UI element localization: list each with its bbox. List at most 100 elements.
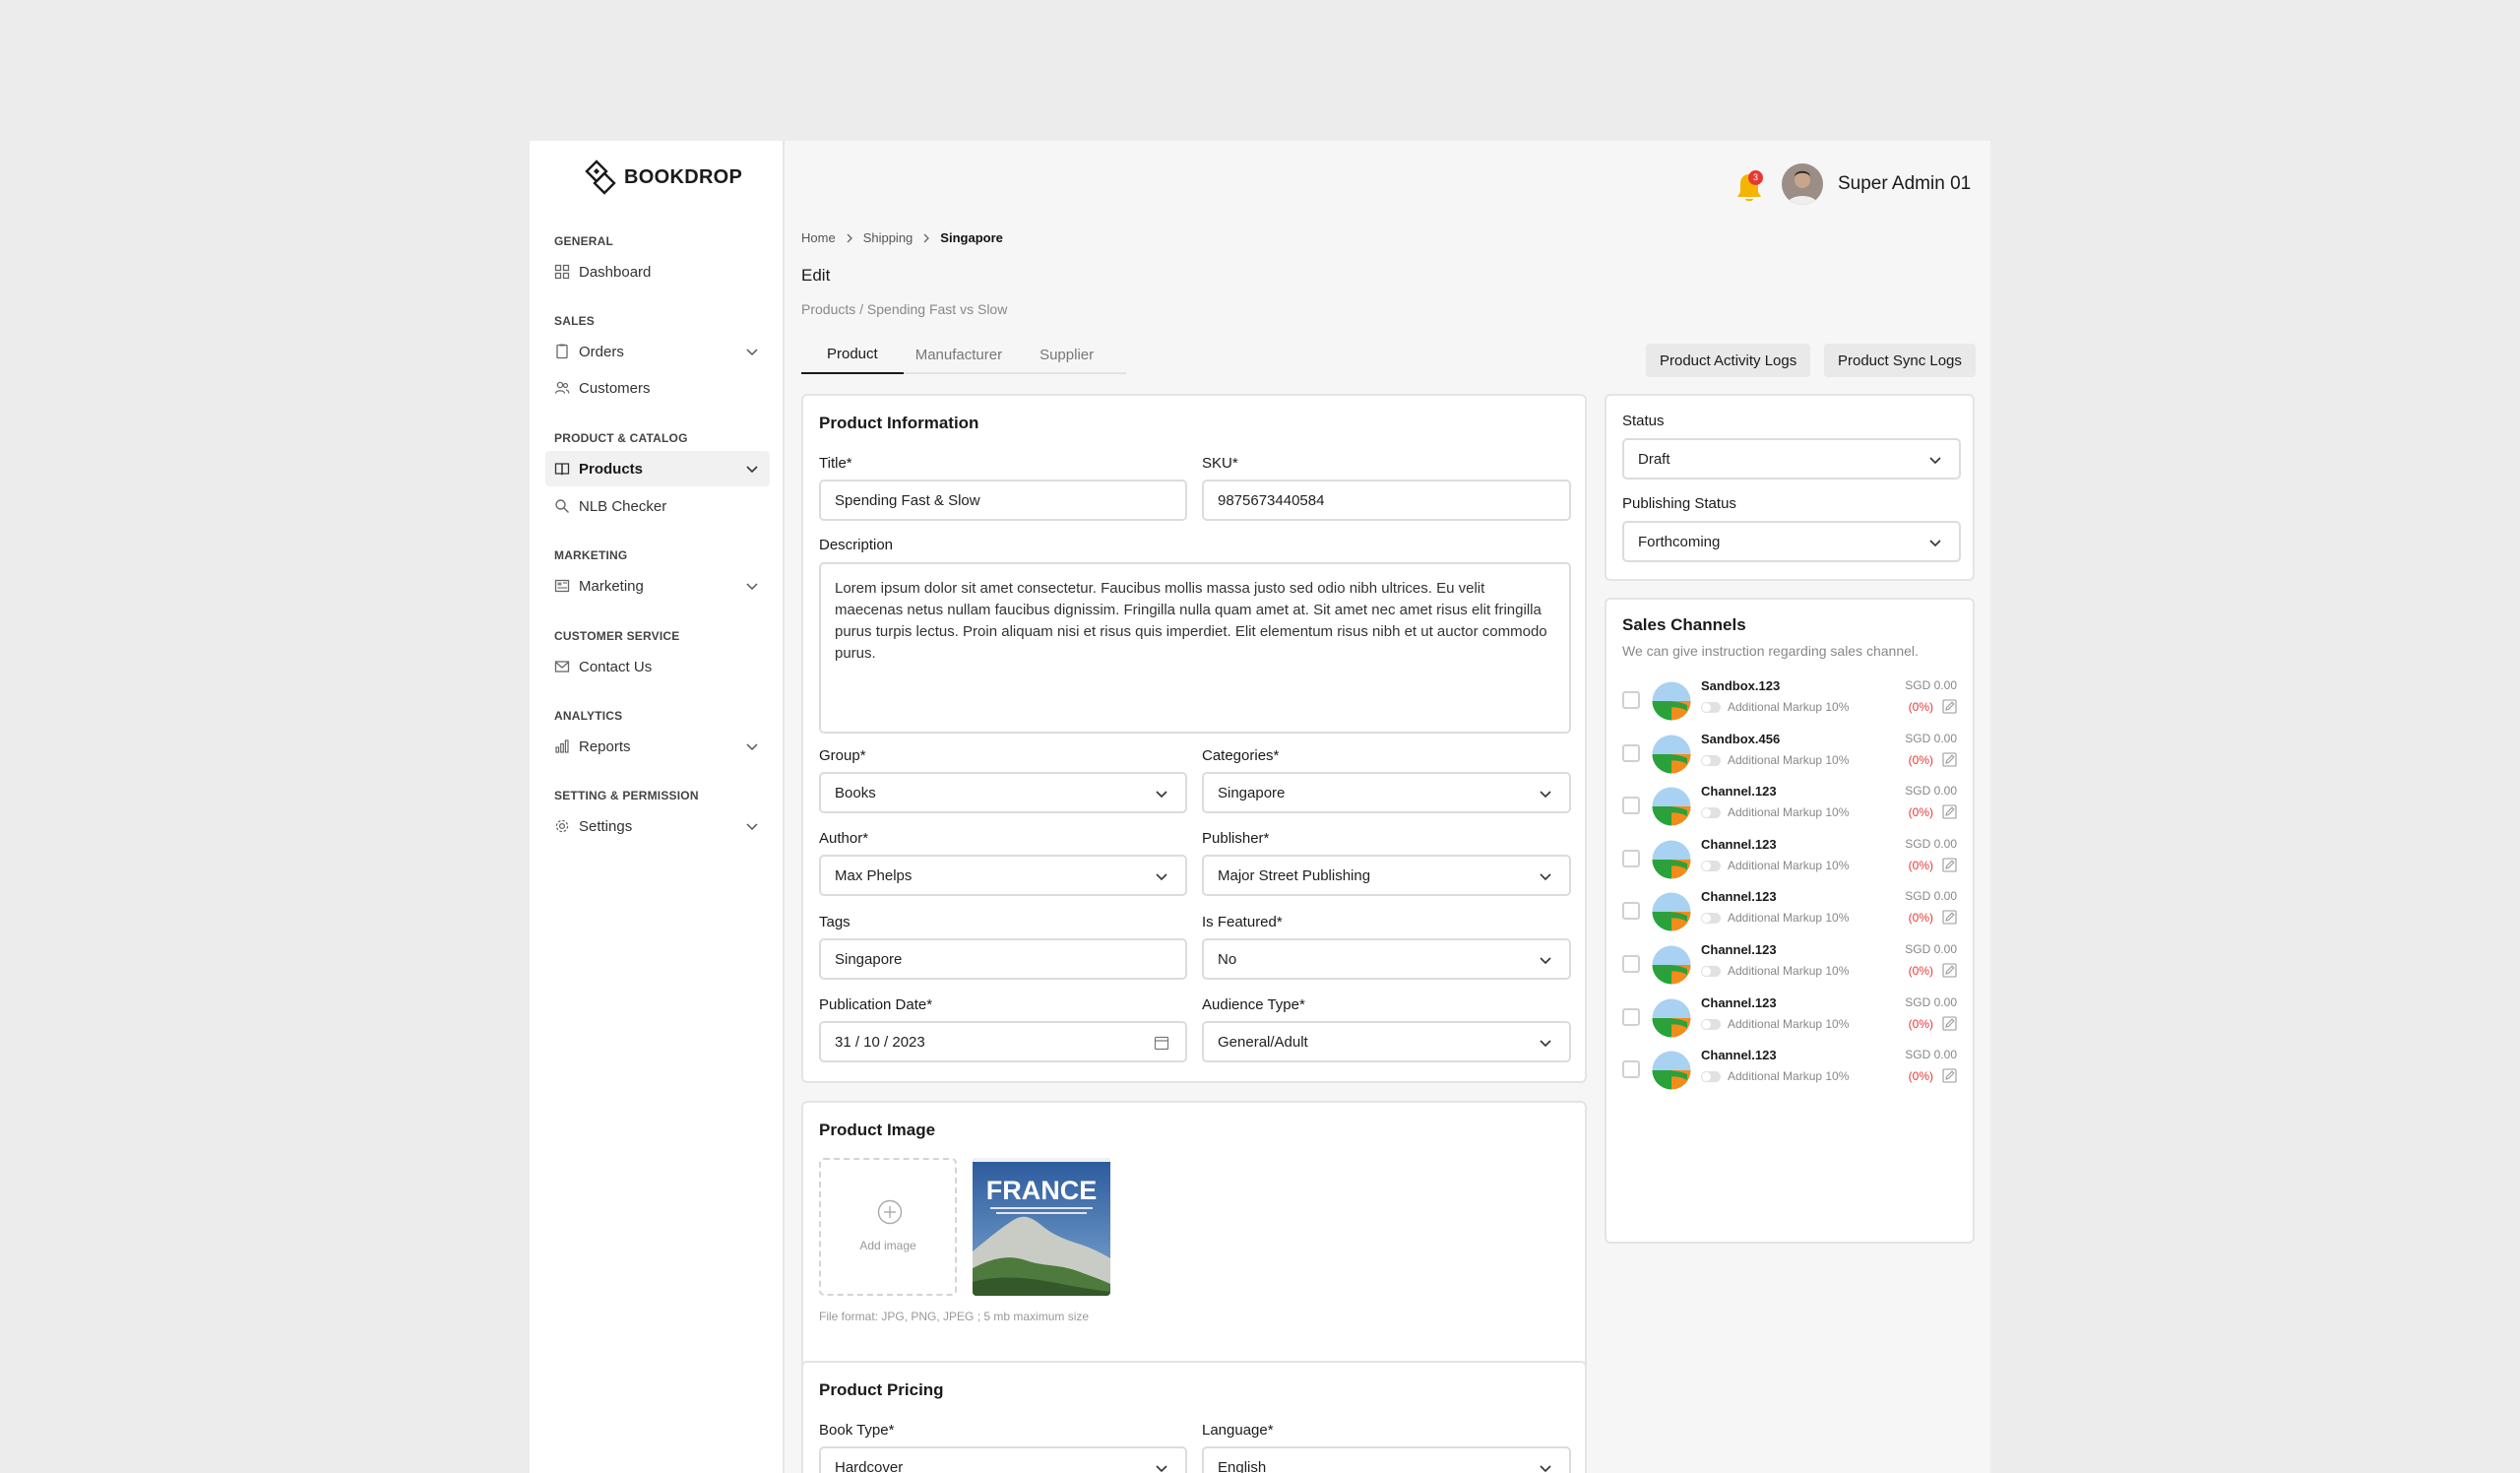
- featured-select[interactable]: No: [1202, 938, 1571, 980]
- product-sync-logs-button[interactable]: Product Sync Logs: [1824, 344, 1976, 377]
- edit-icon[interactable]: [1942, 963, 1957, 978]
- sales-channel-checkbox[interactable]: [1622, 1007, 1640, 1026]
- sales-channel-name: Channel.123: [1701, 994, 1777, 1010]
- markup-toggle[interactable]: [1701, 754, 1721, 766]
- chevron-down-icon[interactable]: [744, 818, 760, 834]
- sales-channel-checkbox[interactable]: [1622, 797, 1640, 815]
- edit-icon[interactable]: [1942, 1068, 1957, 1083]
- publisher-select[interactable]: Major Street Publishing: [1202, 855, 1571, 896]
- avatar[interactable]: [1782, 163, 1823, 205]
- product-activity-logs-button[interactable]: Product Activity Logs: [1646, 344, 1811, 377]
- notification-badge: 3: [1748, 170, 1763, 185]
- markup-toggle[interactable]: [1701, 1018, 1721, 1030]
- tab-manufacturer[interactable]: Manufacturer: [904, 335, 1014, 374]
- edit-icon[interactable]: [1942, 804, 1957, 819]
- sidebar-item-reports[interactable]: Reports: [545, 729, 770, 764]
- audience-select[interactable]: General/Adult: [1202, 1021, 1571, 1062]
- channel-logo-icon: [1652, 998, 1691, 1038]
- nav-section-analytics: ANALYTICS: [554, 709, 623, 723]
- sidebar-item-nlb-checker[interactable]: NLB Checker: [545, 488, 770, 524]
- sales-channel-price: SGD 0.00: [1905, 836, 1957, 851]
- chevron-down-icon[interactable]: [744, 578, 760, 594]
- sidebar-item-settings[interactable]: Settings: [545, 808, 770, 844]
- sales-channel-checkbox[interactable]: [1622, 1060, 1640, 1079]
- user-name[interactable]: Super Admin 01: [1838, 173, 1971, 195]
- sidebar-item-customers[interactable]: Customers: [545, 370, 770, 406]
- sidebar-item-label: Contact Us: [579, 658, 653, 675]
- user-avatar-icon: [1782, 163, 1823, 205]
- product-cover-image[interactable]: FRANCE: [973, 1158, 1110, 1296]
- status-select[interactable]: Draft: [1622, 438, 1961, 480]
- markup-toggle[interactable]: [1701, 966, 1721, 977]
- publishing-status-select[interactable]: Forthcoming: [1622, 521, 1961, 562]
- pubdate-input[interactable]: 31 / 10 / 2023: [819, 1021, 1187, 1062]
- edit-icon[interactable]: [1942, 910, 1957, 925]
- sales-channel-markup: Additional Markup 10%: [1728, 805, 1850, 820]
- sales-channel-checkbox[interactable]: [1622, 849, 1640, 867]
- file-format-hint: File format: JPG, PNG, JPEG ; 5 mb maxim…: [819, 1310, 1090, 1323]
- edit-icon[interactable]: [1942, 699, 1957, 714]
- title-input[interactable]: Spending Fast & Slow: [819, 480, 1187, 521]
- sidebar-item-label: Customers: [579, 379, 651, 397]
- language-select[interactable]: English: [1202, 1446, 1571, 1473]
- breadcrumb-home[interactable]: Home: [801, 230, 836, 245]
- sidebar-item-products[interactable]: Products: [545, 451, 770, 486]
- markup-toggle[interactable]: [1701, 702, 1721, 713]
- group-select-value: Books: [835, 784, 876, 801]
- sales-channel-percent: (0%): [1908, 1069, 1933, 1084]
- channel-logo-icon: [1652, 840, 1691, 879]
- chevron-down-icon: [1929, 540, 1941, 547]
- tags-input[interactable]: Singapore: [819, 938, 1187, 980]
- tab-product[interactable]: Product: [801, 335, 904, 374]
- chevron-down-icon[interactable]: [744, 344, 760, 359]
- nav-section-marketing: MARKETING: [554, 548, 628, 562]
- sales-channel-checkbox[interactable]: [1622, 902, 1640, 921]
- tags-label: Tags: [819, 914, 850, 930]
- sales-channel-checkbox[interactable]: [1622, 955, 1640, 973]
- markup-toggle[interactable]: [1701, 913, 1721, 925]
- sku-input[interactable]: 9875673440584: [1202, 480, 1571, 521]
- categories-select[interactable]: Singapore: [1202, 772, 1571, 813]
- dashboard-icon: [554, 264, 570, 280]
- sales-channel-checkbox[interactable]: [1622, 743, 1640, 762]
- calendar-icon[interactable]: [1154, 1035, 1169, 1051]
- sidebar-item-dashboard[interactable]: Dashboard: [545, 254, 770, 289]
- sales-channel-price: SGD 0.00: [1905, 994, 1957, 1009]
- sales-channel-row: Channel.123 Additional Markup 10% SGD 0.00…: [1606, 784, 1973, 833]
- edit-icon[interactable]: [1942, 1016, 1957, 1031]
- breadcrumb-shipping[interactable]: Shipping: [863, 230, 914, 245]
- channel-logo-icon: [1652, 892, 1691, 931]
- tab-supplier[interactable]: Supplier: [1014, 335, 1119, 374]
- sidebar-item-orders[interactable]: Orders: [545, 334, 770, 369]
- notification-button[interactable]: 3: [1732, 170, 1768, 206]
- chevron-down-icon[interactable]: [744, 738, 760, 754]
- customers-icon: [554, 381, 570, 394]
- sales-channel-price: SGD 0.00: [1905, 1048, 1957, 1062]
- group-select[interactable]: Books: [819, 772, 1187, 813]
- chevron-down-icon[interactable]: [744, 461, 760, 477]
- markup-toggle[interactable]: [1701, 807, 1721, 819]
- sales-channel-percent: (0%): [1908, 805, 1933, 820]
- status-select-value: Draft: [1638, 450, 1670, 468]
- sales-channel-checkbox[interactable]: [1622, 691, 1640, 709]
- author-select[interactable]: Max Phelps: [819, 855, 1187, 896]
- chevron-down-icon: [1540, 1040, 1551, 1048]
- group-label: Group*: [819, 747, 866, 764]
- sales-channels-card: Sales Channels We can give instruction r…: [1605, 598, 1975, 1244]
- nav-section-product-catalog: PRODUCT & CATALOG: [554, 431, 688, 445]
- markup-toggle[interactable]: [1701, 860, 1721, 871]
- brand-logo[interactable]: BOOKDROP: [585, 160, 742, 195]
- sidebar-item-contact-us[interactable]: Contact Us: [545, 649, 770, 684]
- markup-toggle[interactable]: [1701, 1071, 1721, 1083]
- edit-icon[interactable]: [1942, 752, 1957, 767]
- sidebar-item-marketing[interactable]: Marketing: [545, 568, 770, 604]
- publishing-status-value: Forthcoming: [1638, 533, 1721, 550]
- add-image-button[interactable]: Add image: [819, 1158, 957, 1296]
- sales-channel-markup: Additional Markup 10%: [1728, 911, 1850, 926]
- sidebar-item-label: Reports: [579, 737, 631, 755]
- description-textarea[interactable]: Lorem ipsum dolor sit amet consectetur. …: [819, 562, 1571, 734]
- card-title: Product Image: [819, 1121, 936, 1139]
- book-type-select[interactable]: Hardcover: [819, 1446, 1187, 1473]
- sidebar-item-label: Settings: [579, 817, 633, 835]
- edit-icon[interactable]: [1942, 858, 1957, 872]
